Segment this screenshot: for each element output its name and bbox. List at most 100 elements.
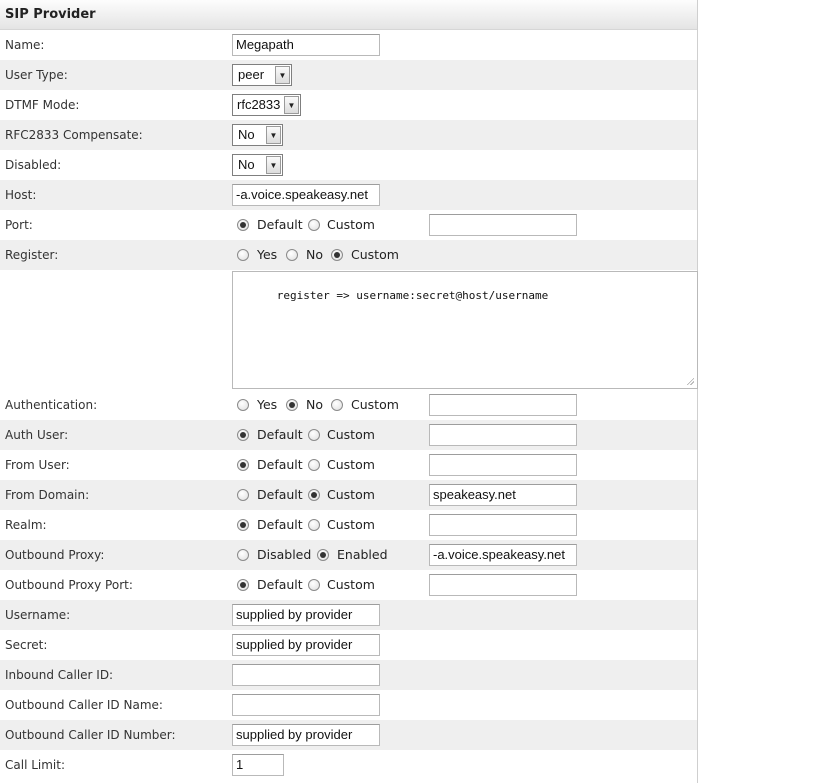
register-yes-radio[interactable] bbox=[237, 249, 249, 261]
row-outbound-caller-id-name: Outbound Caller ID Name: bbox=[0, 690, 697, 720]
panel-title: SIP Provider bbox=[0, 0, 697, 30]
chevron-down-icon: ▼ bbox=[266, 156, 281, 174]
user-type-label: User Type: bbox=[5, 68, 68, 82]
row-port: Port: Default Custom bbox=[0, 210, 697, 240]
realm-default-label: Default bbox=[257, 517, 303, 532]
auth-user-label: Auth User: bbox=[5, 428, 69, 442]
username-label: Username: bbox=[5, 608, 71, 622]
auth-yes-radio[interactable] bbox=[237, 399, 249, 411]
call-limit-input[interactable]: 1 bbox=[232, 754, 284, 776]
chevron-down-icon: ▼ bbox=[284, 96, 299, 114]
outbound-proxy-disabled-label: Disabled bbox=[257, 547, 312, 562]
row-outbound-proxy-port: Outbound Proxy Port: Default Custom bbox=[0, 570, 697, 600]
from-user-custom-input[interactable] bbox=[429, 454, 577, 476]
row-authentication: Authentication: Yes No Custom bbox=[0, 390, 697, 420]
register-label: Register: bbox=[5, 248, 59, 262]
disabled-value: No bbox=[238, 157, 255, 172]
host-input[interactable]: -a.voice.speakeasy.net bbox=[232, 184, 380, 206]
outbound-proxy-port-default-label: Default bbox=[257, 577, 303, 592]
rfc2833-compensate-label: RFC2833 Compensate: bbox=[5, 128, 143, 142]
user-type-select[interactable]: peer ▼ bbox=[232, 64, 292, 86]
row-secret: Secret: supplied by provider bbox=[0, 630, 697, 660]
row-rfc2833-compensate: RFC2833 Compensate: No ▼ bbox=[0, 120, 697, 150]
dtmf-mode-label: DTMF Mode: bbox=[5, 98, 80, 112]
realm-custom-radio[interactable] bbox=[308, 519, 320, 531]
register-no-label: No bbox=[306, 247, 323, 262]
outbound-proxy-port-input[interactable] bbox=[429, 574, 577, 596]
outbound-proxy-port-custom-radio[interactable] bbox=[308, 579, 320, 591]
from-domain-custom-label: Custom bbox=[327, 487, 375, 502]
auth-custom-radio[interactable] bbox=[331, 399, 343, 411]
realm-default-radio[interactable] bbox=[237, 519, 249, 531]
port-label: Port: bbox=[5, 218, 33, 232]
host-label: Host: bbox=[5, 188, 37, 202]
disabled-select[interactable]: No ▼ bbox=[232, 154, 283, 176]
row-disabled: Disabled: No ▼ bbox=[0, 150, 697, 180]
auth-user-custom-radio[interactable] bbox=[308, 429, 320, 441]
chevron-down-icon: ▼ bbox=[275, 66, 290, 84]
from-user-default-radio[interactable] bbox=[237, 459, 249, 471]
outbound-caller-id-name-label: Outbound Caller ID Name: bbox=[5, 698, 163, 712]
from-domain-custom-input[interactable]: speakeasy.net bbox=[429, 484, 577, 506]
row-name: Name: Megapath bbox=[0, 30, 697, 60]
outbound-proxy-input[interactable]: -a.voice.speakeasy.net bbox=[429, 544, 577, 566]
register-no-radio[interactable] bbox=[286, 249, 298, 261]
register-textarea[interactable]: register => username:secret@host/usernam… bbox=[232, 271, 698, 389]
user-type-value: peer bbox=[238, 67, 265, 82]
outbound-caller-id-name-input[interactable] bbox=[232, 694, 380, 716]
from-user-label: From User: bbox=[5, 458, 70, 472]
outbound-proxy-port-label: Outbound Proxy Port: bbox=[5, 578, 133, 592]
outbound-proxy-enabled-radio[interactable] bbox=[317, 549, 329, 561]
row-from-user: From User: Default Custom bbox=[0, 450, 697, 480]
disabled-label: Disabled: bbox=[5, 158, 62, 172]
row-from-domain: From Domain: Default Custom speakeasy.ne… bbox=[0, 480, 697, 510]
auth-user-default-radio[interactable] bbox=[237, 429, 249, 441]
row-outbound-proxy: Outbound Proxy: Disabled Enabled -a.voic… bbox=[0, 540, 697, 570]
auth-no-label: No bbox=[306, 397, 323, 412]
auth-user-default-label: Default bbox=[257, 427, 303, 442]
resize-grip-icon[interactable] bbox=[686, 377, 694, 385]
row-outbound-caller-id-number: Outbound Caller ID Number: supplied by p… bbox=[0, 720, 697, 750]
auth-user-custom-input[interactable] bbox=[429, 424, 577, 446]
auth-no-radio[interactable] bbox=[286, 399, 298, 411]
secret-input[interactable]: supplied by provider bbox=[232, 634, 380, 656]
rfc2833-compensate-select[interactable]: No ▼ bbox=[232, 124, 283, 146]
authentication-custom-input[interactable] bbox=[429, 394, 577, 416]
realm-custom-label: Custom bbox=[327, 517, 375, 532]
row-register: Register: Yes No Custom bbox=[0, 240, 697, 270]
outbound-proxy-port-custom-label: Custom bbox=[327, 577, 375, 592]
row-host: Host: -a.voice.speakeasy.net bbox=[0, 180, 697, 210]
outbound-caller-id-number-input[interactable]: supplied by provider bbox=[232, 724, 380, 746]
port-default-radio[interactable] bbox=[237, 219, 249, 231]
row-inbound-caller-id: Inbound Caller ID: bbox=[0, 660, 697, 690]
username-input[interactable]: supplied by provider bbox=[232, 604, 380, 626]
port-custom-input[interactable] bbox=[429, 214, 577, 236]
register-custom-label: Custom bbox=[351, 247, 399, 262]
register-yes-label: Yes bbox=[257, 247, 278, 262]
realm-label: Realm: bbox=[5, 518, 47, 532]
port-custom-radio[interactable] bbox=[308, 219, 320, 231]
row-user-type: User Type: peer ▼ bbox=[0, 60, 697, 90]
from-user-custom-label: Custom bbox=[327, 457, 375, 472]
realm-custom-input[interactable] bbox=[429, 514, 577, 536]
name-label: Name: bbox=[5, 38, 45, 52]
inbound-caller-id-input[interactable] bbox=[232, 664, 380, 686]
row-username: Username: supplied by provider bbox=[0, 600, 697, 630]
authentication-label: Authentication: bbox=[5, 398, 98, 412]
dtmf-mode-value: rfc2833 bbox=[237, 97, 281, 112]
from-domain-default-radio[interactable] bbox=[237, 489, 249, 501]
name-input[interactable]: Megapath bbox=[232, 34, 380, 56]
row-dtmf-mode: DTMF Mode: rfc2833 ▼ bbox=[0, 90, 697, 120]
register-custom-radio[interactable] bbox=[331, 249, 343, 261]
from-domain-custom-radio[interactable] bbox=[308, 489, 320, 501]
auth-custom-label: Custom bbox=[351, 397, 399, 412]
outbound-proxy-disabled-radio[interactable] bbox=[237, 549, 249, 561]
from-user-custom-radio[interactable] bbox=[308, 459, 320, 471]
row-auth-user: Auth User: Default Custom bbox=[0, 420, 697, 450]
auth-yes-label: Yes bbox=[257, 397, 278, 412]
outbound-proxy-port-default-radio[interactable] bbox=[237, 579, 249, 591]
dtmf-mode-select[interactable]: rfc2833 ▼ bbox=[232, 94, 301, 116]
call-limit-label: Call Limit: bbox=[5, 758, 66, 772]
outbound-caller-id-number-label: Outbound Caller ID Number: bbox=[5, 728, 176, 742]
auth-user-custom-label: Custom bbox=[327, 427, 375, 442]
